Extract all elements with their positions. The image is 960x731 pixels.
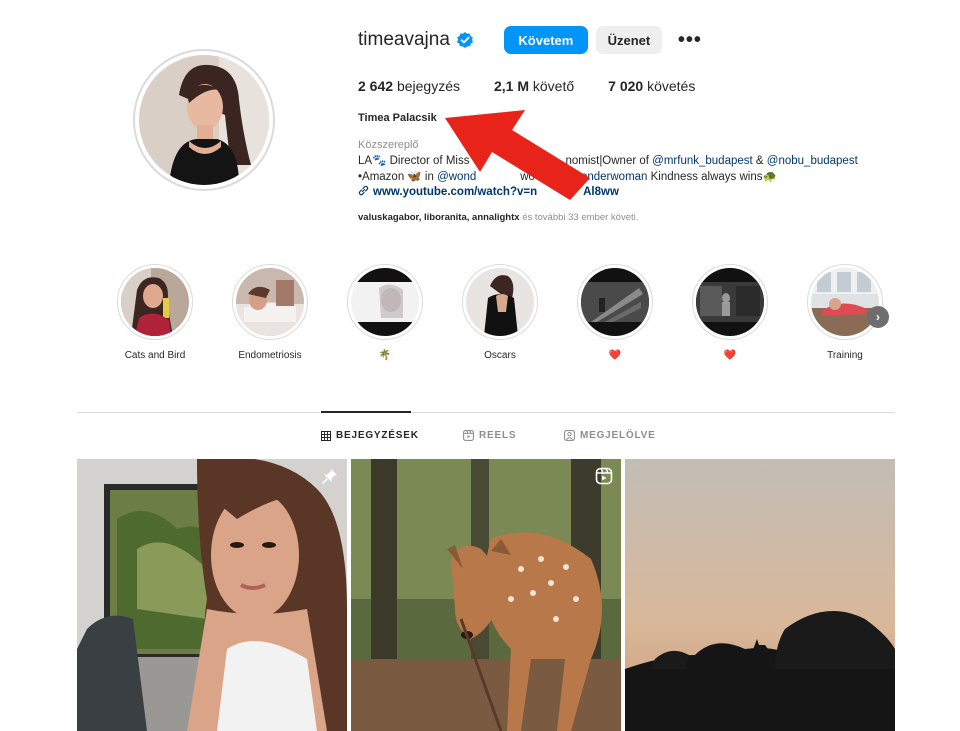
highlight-image <box>466 268 534 336</box>
highlight-ring <box>347 264 423 340</box>
bio-line-3[interactable]: www.youtube.com/watch?v=n Al8ww <box>358 185 898 201</box>
avatar-photo <box>139 55 269 185</box>
bio-text: nomist|Owner of <box>565 155 649 167</box>
highlight-image <box>121 268 189 336</box>
pin-icon <box>321 467 339 485</box>
stat-posts: 2 642 bejegyzés <box>358 78 460 94</box>
profile-top-row: timeavajna Követem Üzenet ••• <box>358 26 702 54</box>
post-tile[interactable] <box>625 459 895 731</box>
post-photo <box>77 459 347 731</box>
post-tile[interactable] <box>351 459 621 731</box>
highlight-label: 🌴 <box>378 350 392 361</box>
chevron-right-icon[interactable]: › <box>867 306 889 328</box>
profile-divider <box>77 412 895 413</box>
tab-posts[interactable]: BEJEGYZÉSEK <box>321 430 419 441</box>
bio-text: Kindness always wins🐢 <box>650 170 777 183</box>
highlight-label: Oscars <box>484 350 516 361</box>
highlight-ring <box>692 264 768 340</box>
bio-text: LA🐾 Director of Miss <box>358 155 470 167</box>
more-options-icon[interactable]: ••• <box>678 30 702 50</box>
bio-text: wo <box>520 170 535 183</box>
mention-mrfunk-link[interactable]: @mrfunk_budapest <box>652 155 753 167</box>
bio-text: & <box>755 155 764 167</box>
verified-badge-icon <box>456 31 474 49</box>
profile-category: Közszereplő <box>358 139 419 151</box>
profile-bio: LA🐾 Director of Miss nomist|Owner of @mrf… <box>358 154 898 201</box>
grid-icon <box>321 430 331 441</box>
post-grid <box>77 459 895 731</box>
highlight-image <box>581 268 649 336</box>
post-photo <box>625 459 895 731</box>
mention-wonderwoman-link[interactable]: onderwoman <box>581 171 647 183</box>
stat-posts-label: bejegyzés <box>396 78 460 94</box>
post-photo <box>351 459 621 731</box>
reels-icon <box>595 467 613 485</box>
tagged-icon <box>564 430 575 441</box>
highlight-oscars[interactable]: Oscars <box>455 264 545 364</box>
bio-line-1: LA🐾 Director of Miss nomist|Owner of @mrf… <box>358 154 898 170</box>
highlight-ring <box>117 264 193 340</box>
highlight-ring <box>577 264 653 340</box>
link-icon <box>358 185 369 196</box>
highlight-label: Endometriosis <box>238 350 302 361</box>
stat-followers-label: követő <box>532 78 575 94</box>
tab-reels-label: REELS <box>479 430 517 441</box>
highlight-palm[interactable]: 🌴 <box>340 264 430 364</box>
mention-nobu-link[interactable]: @nobu_budapest <box>767 155 858 167</box>
tab-tagged-label: MEGJELÖLVE <box>580 430 656 441</box>
followed-by[interactable]: valuskagabor, liboranita, annalightx és … <box>358 212 638 223</box>
highlight-heart-2[interactable]: ❤️ <box>685 264 775 364</box>
stat-followers[interactable]: 2,1 M követő <box>494 78 574 94</box>
stat-followers-value: 2,1 M <box>493 78 529 94</box>
tab-tagged[interactable]: MEGJELÖLVE <box>564 430 656 441</box>
highlight-label: Cats and Bird <box>124 350 186 361</box>
highlight-ring <box>807 264 883 340</box>
highlight-image <box>236 268 304 336</box>
tab-posts-label: BEJEGYZÉSEK <box>336 430 419 441</box>
bio-text: •Amazon 🦋 in <box>358 170 434 183</box>
highlight-label: ❤️ <box>723 350 737 361</box>
highlight-label: ❤️ <box>608 350 622 361</box>
profile-stats: 2 642 bejegyzés 2,1 M követő 7 020 követ… <box>358 78 729 94</box>
highlight-ring <box>232 264 308 340</box>
highlight-ring <box>462 264 538 340</box>
highlight-cats-and-bird[interactable]: Cats and Bird <box>110 264 200 364</box>
profile-tabs: BEJEGYZÉSEK REELS MEGJELÖLVE <box>0 430 960 446</box>
username: timeavajna <box>358 29 450 50</box>
post-tile[interactable] <box>77 459 347 731</box>
follow-button[interactable]: Követem <box>503 26 588 54</box>
stat-following-label: követés <box>647 78 696 94</box>
highlight-endometriosis[interactable]: Endometriosis <box>225 264 315 364</box>
youtube-link-end[interactable]: Al8ww <box>583 186 619 198</box>
followed-by-names: valuskagabor, liboranita, annalightx <box>358 212 520 223</box>
mention-wonder-link[interactable]: @wond <box>437 171 476 183</box>
story-highlights: Cats and Bird Endometriosis 🌴 Oscars ❤️ … <box>110 264 910 374</box>
full-name: Timea Palacsik <box>358 112 437 124</box>
reels-icon <box>463 430 474 441</box>
stat-following-value: 7 020 <box>608 78 644 94</box>
tab-reels[interactable]: REELS <box>463 430 516 441</box>
stat-posts-value: 2 642 <box>358 78 394 94</box>
highlight-image <box>811 268 879 336</box>
profile-avatar[interactable] <box>133 49 275 191</box>
bio-line-2: •Amazon 🦋 in @wond wo onderwoman Kindness … <box>358 170 898 186</box>
message-button[interactable]: Üzenet <box>595 26 662 54</box>
highlight-heart-1[interactable]: ❤️ <box>570 264 660 364</box>
followed-by-suffix: és további 33 ember követi. <box>522 212 639 223</box>
highlight-label: Training <box>827 350 863 361</box>
highlight-image <box>696 268 764 336</box>
youtube-link[interactable]: www.youtube.com/watch?v=n <box>373 186 537 198</box>
stat-following[interactable]: 7 020 követés <box>608 78 695 94</box>
active-tab-indicator <box>321 411 411 413</box>
highlight-image <box>351 268 419 336</box>
